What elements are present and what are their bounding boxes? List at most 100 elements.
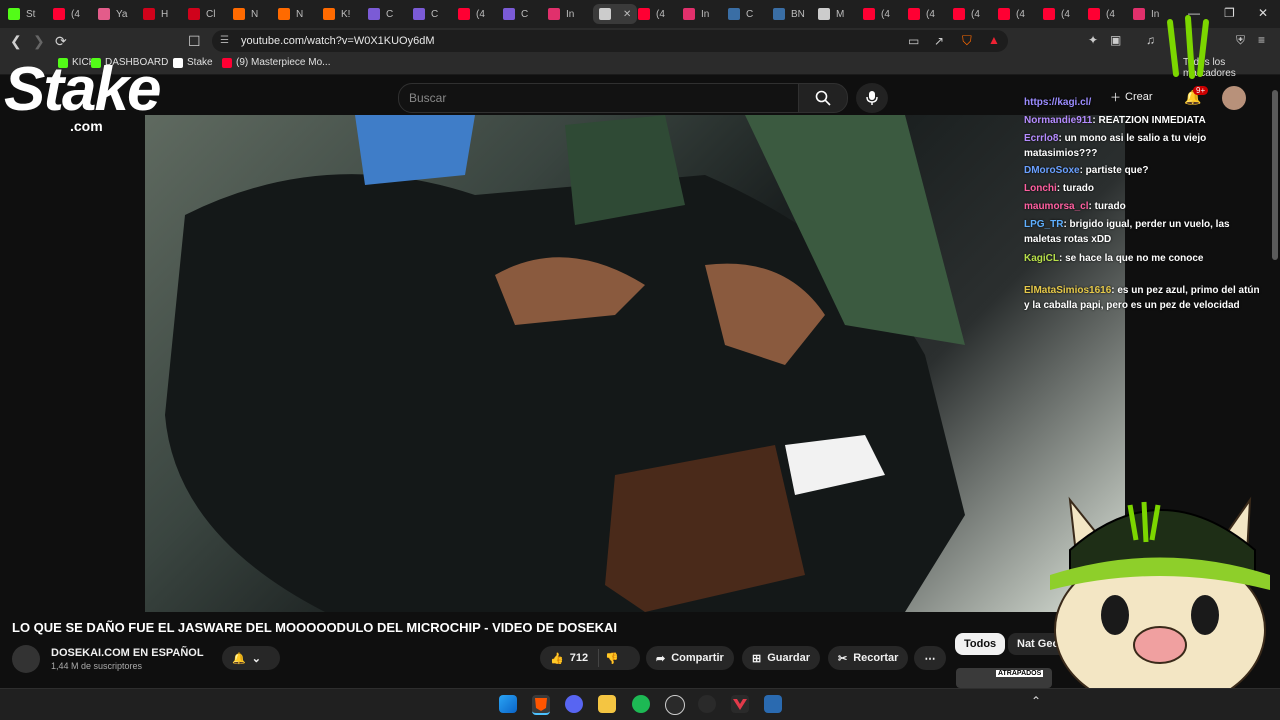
browser-tab[interactable]: In — [548, 4, 574, 24]
browser-tab[interactable]: (4 — [638, 4, 665, 24]
browser-tab[interactable]: N — [278, 4, 303, 24]
browser-tab[interactable]: In — [683, 4, 709, 24]
brave-rewards-icon[interactable]: ▲ — [988, 33, 1000, 47]
tab-favicon-icon — [323, 8, 335, 20]
brave-shield-icon[interactable]: ⛉ — [962, 33, 972, 49]
tab-label: (4 — [1016, 8, 1025, 20]
browser-tab[interactable]: In — [1133, 4, 1159, 24]
tab-favicon-icon — [818, 8, 830, 20]
brave-browser-icon[interactable] — [532, 695, 550, 715]
browser-tab[interactable]: ✕ — [593, 4, 638, 24]
menu-icon[interactable]: ≡ — [1258, 33, 1265, 47]
forward-icon[interactable]: ❯ — [33, 28, 45, 54]
search-box[interactable]: Buscar — [398, 83, 800, 113]
tab-label: (4 — [656, 8, 665, 20]
tab-close-icon[interactable]: ✕ — [623, 9, 631, 20]
scissors-icon: ✂ — [838, 652, 848, 665]
browser-tab[interactable]: (4 — [953, 4, 980, 24]
browser-tab[interactable]: N — [233, 4, 258, 24]
tab-favicon-icon — [728, 8, 740, 20]
bookmark-page-icon[interactable]: ☐ — [188, 28, 201, 54]
browser-tab[interactable]: Cl — [188, 4, 215, 24]
browser-tab[interactable]: C — [413, 4, 438, 24]
chat-message: Normandie911: REATZION INMEDIATA — [1024, 113, 1264, 128]
tab-favicon-icon — [188, 8, 200, 20]
chat-username: DMoroSoxe — [1024, 165, 1080, 176]
tab-label: (4 — [71, 8, 80, 20]
chat-username: Normandie911 — [1024, 115, 1093, 126]
browser-tab[interactable]: (4 — [53, 4, 80, 24]
discord-icon[interactable] — [565, 695, 583, 713]
voice-search-button[interactable] — [856, 83, 888, 113]
bookmark-item[interactable]: (9) Masterpiece Mo... — [222, 57, 330, 68]
tab-favicon-icon — [458, 8, 470, 20]
browser-tab[interactable]: (4 — [1043, 4, 1070, 24]
dislike-icon[interactable]: 👎 — [605, 652, 619, 665]
sidebar-icon[interactable]: ▣ — [1110, 33, 1121, 47]
tab-label: C — [386, 8, 394, 20]
share-button[interactable]: ➦ Compartir — [646, 646, 734, 670]
calculator-icon[interactable] — [764, 695, 782, 713]
clip-button[interactable]: ✂ Recortar — [828, 646, 909, 670]
save-button[interactable]: ⊞ Guardar — [742, 646, 821, 670]
bell-icon: 🔔 — [232, 652, 246, 665]
browser-tab[interactable]: H — [143, 4, 168, 24]
app-icon[interactable] — [698, 695, 716, 713]
related-video-thumbnail[interactable]: ATRAPADOS — [956, 668, 1052, 688]
search-button[interactable] — [798, 83, 848, 113]
brave-lion-icon — [535, 698, 547, 711]
back-icon[interactable]: ❮ — [10, 28, 22, 54]
chat-username: LPG_TR — [1024, 219, 1064, 230]
chat-username: Ecrrlo8 — [1024, 133, 1059, 144]
video-player[interactable] — [145, 115, 1125, 612]
reload-icon[interactable]: ⟳ — [55, 28, 67, 54]
browser-tab[interactable]: M — [818, 4, 844, 24]
spotify-icon[interactable] — [632, 695, 650, 713]
v-logo-icon — [733, 699, 747, 710]
chat-message: KagiCL: se hace la que no me conoce — [1024, 251, 1264, 266]
browser-tab[interactable]: C — [728, 4, 753, 24]
browser-tab[interactable]: C — [503, 4, 528, 24]
tab-favicon-icon — [278, 8, 290, 20]
channel-name[interactable]: DOSEKAI.COM EN ESPAÑOL — [51, 647, 204, 659]
like-count[interactable]: 712 — [570, 652, 588, 664]
browser-tab[interactable]: St — [8, 4, 35, 24]
site-info-icon[interactable]: ☰ — [220, 35, 229, 46]
settings-app-icon[interactable] — [665, 695, 685, 715]
page-scrollbar[interactable] — [1272, 90, 1278, 260]
share-page-icon[interactable]: ↗ — [934, 34, 944, 48]
browser-tab[interactable]: (4 — [1088, 4, 1115, 24]
browser-tab[interactable]: K! — [323, 4, 350, 24]
maximize-icon[interactable]: ❐ — [1224, 6, 1235, 20]
windows-start-icon[interactable] — [499, 695, 517, 713]
tray-chevron-icon[interactable]: ⌃ — [1031, 694, 1041, 708]
tab-favicon-icon — [638, 8, 650, 20]
chat-text: : se hace la que no me conoce — [1059, 253, 1204, 264]
valorant-icon[interactable] — [731, 695, 749, 713]
chip-all[interactable]: Todos — [955, 633, 1006, 655]
browser-tab[interactable]: (4 — [458, 4, 485, 24]
chat-message: DMoroSoxe: partiste que? — [1024, 163, 1264, 178]
subscription-bell-button[interactable]: 🔔 ⌄ — [222, 646, 280, 670]
close-window-icon[interactable]: ✕ — [1258, 6, 1268, 20]
media-icon[interactable]: ♫ — [1146, 33, 1155, 47]
browser-tab[interactable]: (4 — [908, 4, 935, 24]
browser-tab[interactable]: (4 — [998, 4, 1025, 24]
search-icon — [815, 90, 831, 106]
like-icon[interactable]: 👍 — [550, 652, 564, 665]
more-actions-button[interactable]: ⋯ — [914, 646, 946, 670]
browser-tab[interactable]: BN — [773, 4, 805, 24]
tab-label: H — [161, 8, 169, 20]
url-text[interactable]: youtube.com/watch?v=W0X1KUOy6dM — [241, 35, 435, 47]
vpn-icon[interactable]: ⛨ — [1236, 33, 1245, 48]
cast-icon[interactable]: ▭ — [908, 34, 919, 48]
tab-favicon-icon — [953, 8, 965, 20]
file-explorer-icon[interactable] — [598, 695, 616, 713]
browser-tab[interactable]: (4 — [863, 4, 890, 24]
tab-favicon-icon — [368, 8, 380, 20]
browser-tab[interactable]: C — [368, 4, 393, 24]
extensions-icon[interactable]: ✦ — [1088, 33, 1098, 47]
browser-tab[interactable]: Ya — [98, 4, 128, 24]
chat-username: ElMataSimios1616 — [1024, 285, 1112, 296]
channel-avatar[interactable] — [12, 645, 40, 673]
